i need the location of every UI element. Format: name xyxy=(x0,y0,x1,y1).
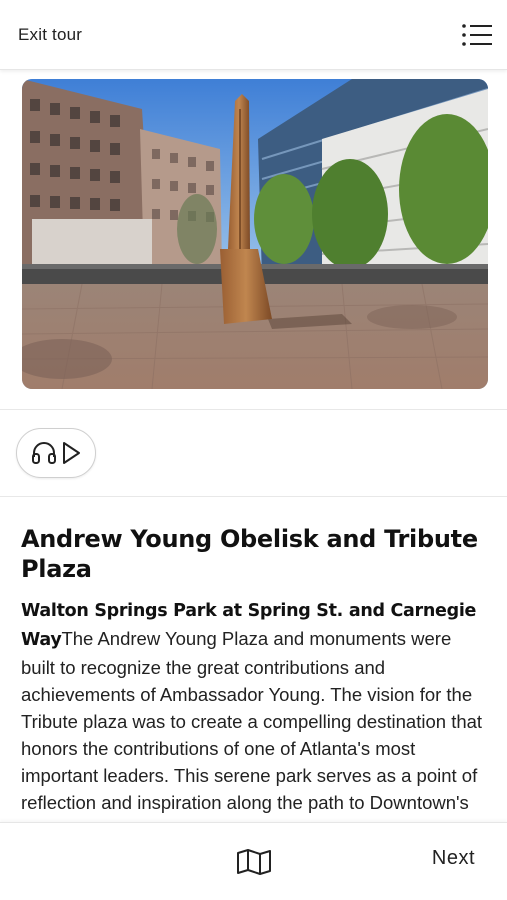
stop-description: The Andrew Young Plaza and monuments wer… xyxy=(21,628,483,822)
headphones-icon xyxy=(32,442,56,464)
map-icon[interactable] xyxy=(236,848,272,876)
exit-tour-button[interactable]: Exit tour xyxy=(18,25,82,45)
list-icon[interactable] xyxy=(459,20,495,50)
stop-title: Andrew Young Obelisk and Tribute Plaza xyxy=(21,525,478,583)
divider xyxy=(0,409,507,410)
play-icon xyxy=(63,442,80,464)
top-bar: Exit tour xyxy=(0,0,507,70)
stop-photo xyxy=(22,79,488,389)
divider xyxy=(0,496,507,497)
next-button[interactable]: Next xyxy=(432,847,475,870)
audio-play-button[interactable] xyxy=(16,428,96,478)
bottom-bar: Next xyxy=(0,822,507,900)
stop-text: Walton Springs Park at Spring St. and Ca… xyxy=(21,596,487,822)
stop-content: Andrew Young Obelisk and Tribute Plaza W… xyxy=(21,524,487,822)
